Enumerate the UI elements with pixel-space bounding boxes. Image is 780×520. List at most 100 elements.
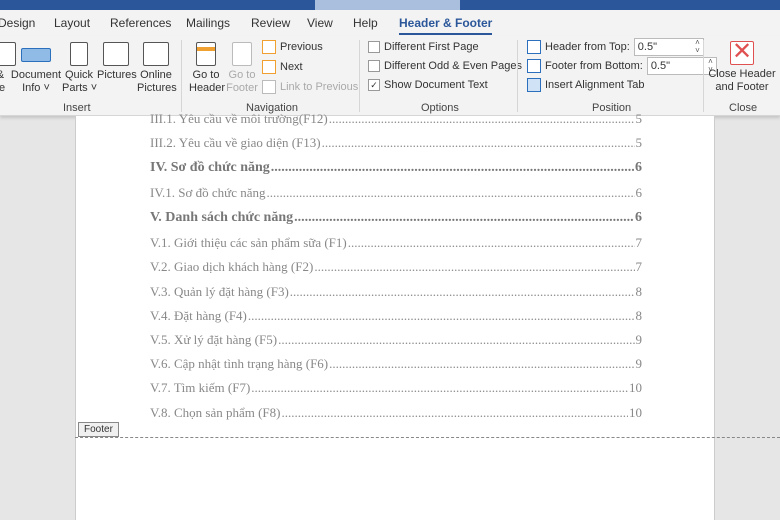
alignment-tab-icon <box>527 78 541 92</box>
footer-tag: Footer <box>78 422 119 437</box>
toc-leader-dots <box>251 380 628 396</box>
toc-leader-dots <box>329 356 634 372</box>
header-from-top-input[interactable]: 0.5" ˄ ˅ <box>633 38 704 56</box>
title-bar <box>0 0 780 10</box>
toc-entry-page: 5 <box>635 135 643 150</box>
tab-references[interactable]: References <box>110 16 171 30</box>
toc-entry-page: 7 <box>635 259 643 274</box>
checkbox[interactable] <box>368 60 380 72</box>
toc-entry[interactable]: III.2. Yêu cầu về giao diện (F13) 5 <box>150 135 642 151</box>
toc-entry[interactable]: V.3. Quản lý đặt hàng (F3) 8 <box>150 284 642 300</box>
toc-entry-title: IV. Sơ đồ chức năng <box>150 160 270 175</box>
divider <box>517 40 518 112</box>
toc-entry-title: III.2. Yêu cầu về giao diện (F13) <box>150 135 321 150</box>
online-pictures-icon <box>143 42 169 66</box>
document-info-button[interactable]: Document Info ˅ <box>10 42 62 95</box>
ribbon-tabs: Design Layout References Mailings Review… <box>0 10 780 36</box>
toc-entry[interactable]: V.4. Đặt hàng (F4) 8 <box>150 308 642 324</box>
next-button[interactable]: Next <box>262 60 303 74</box>
insert-alignment-tab-button[interactable]: Insert Alignment Tab <box>527 78 644 92</box>
toc-leader-dots <box>278 332 634 348</box>
different-first-page-checkbox[interactable]: Different First Page <box>368 41 479 53</box>
toc-entry[interactable]: V.6. Cập nhật tình trạng hàng (F6) 9 <box>150 356 642 372</box>
tab-header-footer[interactable]: Header & Footer <box>399 16 493 35</box>
previous-icon <box>262 40 276 54</box>
tab-view[interactable]: View <box>307 16 333 30</box>
toc-entry[interactable]: IV. Sơ đồ chức năng 6 <box>150 160 642 176</box>
toc-entry[interactable]: IV.1. Sơ đồ chức năng 6 <box>150 185 642 201</box>
toc-entry[interactable]: V.1. Giới thiệu các sản phẩm sữa (F1) 7 <box>150 235 642 251</box>
go-to-footer-button: Go to Footer <box>225 42 259 95</box>
ribbon: & e Document Info ˅ Quick Parts ˅ Pictur… <box>0 36 780 116</box>
toc-entry-page: 9 <box>635 332 643 347</box>
link-to-previous-button: Link to Previous <box>262 80 358 94</box>
pictures-icon <box>103 42 129 66</box>
toc-entry-page: 5 <box>635 111 643 126</box>
toc-leader-dots <box>267 185 635 201</box>
toc-leader-dots <box>314 259 634 275</box>
toc-entry-title: V.7. Tìm kiếm (F7) <box>150 380 251 395</box>
toc-leader-dots <box>248 308 635 324</box>
toc-entry[interactable]: V.7. Tìm kiếm (F7) 10 <box>150 380 642 396</box>
divider <box>181 40 182 112</box>
quick-parts-button[interactable]: Quick Parts ˅ <box>62 42 97 95</box>
toc-entry-title: V.8. Chọn sản phẩm (F8) <box>150 405 281 420</box>
toc-entry-title: V.3. Quản lý đặt hàng (F3) <box>150 284 289 299</box>
toc-entry-title: V. Danh sách chức năng <box>150 210 294 225</box>
toc-entry[interactable]: V.2. Giao dịch khách hàng (F2) 7 <box>150 259 642 275</box>
divider <box>703 40 704 112</box>
toc-leader-dots <box>290 284 635 300</box>
pictures-button[interactable]: Pictures <box>97 42 137 82</box>
go-to-header-button[interactable]: Go to Header <box>189 42 225 95</box>
checkbox[interactable] <box>368 41 380 53</box>
tab-review[interactable]: Review <box>251 16 290 30</box>
toc-entry-title: V.1. Giới thiệu các sản phẩm sữa (F1) <box>150 235 347 250</box>
toc-leader-dots <box>271 160 634 176</box>
show-document-text-checkbox[interactable]: ✓ Show Document Text <box>368 79 488 91</box>
go-to-footer-icon <box>232 42 252 66</box>
search-box[interactable] <box>315 0 460 10</box>
header-position-icon <box>527 40 541 54</box>
toc-entry-page: 6 <box>635 185 643 200</box>
go-to-header-icon <box>196 42 216 66</box>
tab-help[interactable]: Help <box>353 16 378 30</box>
close-header-footer-button[interactable]: ✕ Close Header and Footer <box>708 38 776 94</box>
toc-entry[interactable]: V.5. Xử lý đặt hàng (F5) 9 <box>150 332 642 348</box>
toc-entry-page: 8 <box>635 308 643 323</box>
toc-leader-dots <box>294 210 634 226</box>
toc-entry-title: V.4. Đặt hàng (F4) <box>150 308 247 323</box>
toc-entry-page: 10 <box>629 380 642 395</box>
footer-boundary <box>75 437 780 438</box>
toc-entry[interactable]: V.8. Chọn sản phẩm (F8) 10 <box>150 405 642 421</box>
footer-position-icon <box>527 59 541 73</box>
spinner-arrows-icon[interactable]: ˄ ˅ <box>695 39 700 55</box>
tab-design[interactable]: Design <box>0 16 35 30</box>
header-from-top: Header from Top: 0.5" ˄ ˅ <box>527 38 704 56</box>
tab-mailings[interactable]: Mailings <box>186 16 230 30</box>
toc-entry[interactable]: V. Danh sách chức năng 6 <box>150 210 642 226</box>
toc-entry-page: 10 <box>629 405 642 420</box>
close-icon: ✕ <box>730 38 754 65</box>
toc-entry-page: 8 <box>635 284 643 299</box>
toc-entry-title: V.2. Giao dịch khách hàng (F2) <box>150 259 314 274</box>
online-pictures-button[interactable]: Online Pictures <box>137 42 177 95</box>
different-odd-even-checkbox[interactable]: Different Odd & Even Pages <box>368 60 522 72</box>
toc-leader-dots <box>281 405 628 421</box>
toc-entry-title: V.5. Xử lý đặt hàng (F5) <box>150 332 278 347</box>
quick-parts-icon <box>70 42 88 66</box>
group-label-close: Close <box>729 102 758 114</box>
footer-from-bottom-input[interactable]: 0.5" ˄ ˅ <box>646 57 717 75</box>
toc-entry-title: V.6. Cập nhật tình trạng hàng (F6) <box>150 356 329 371</box>
link-icon <box>262 80 276 94</box>
toc-leader-dots <box>322 135 635 151</box>
toc-entry-title: IV.1. Sơ đồ chức năng <box>150 185 266 200</box>
previous-button[interactable]: Previous <box>262 40 323 54</box>
toc-entry-page: 9 <box>635 356 643 371</box>
checkmark-icon[interactable]: ✓ <box>368 79 380 91</box>
toc-entry[interactable]: III.1. Yêu cầu về môi trường(F12) 5 <box>150 111 642 127</box>
tab-layout[interactable]: Layout <box>54 16 90 30</box>
document-info-icon <box>21 48 51 62</box>
toc-entry-title: III.1. Yêu cầu về môi trường(F12) <box>150 111 328 126</box>
toc-leader-dots <box>348 235 635 251</box>
footer-from-bottom: Footer from Bottom: 0.5" ˄ ˅ <box>527 57 717 75</box>
